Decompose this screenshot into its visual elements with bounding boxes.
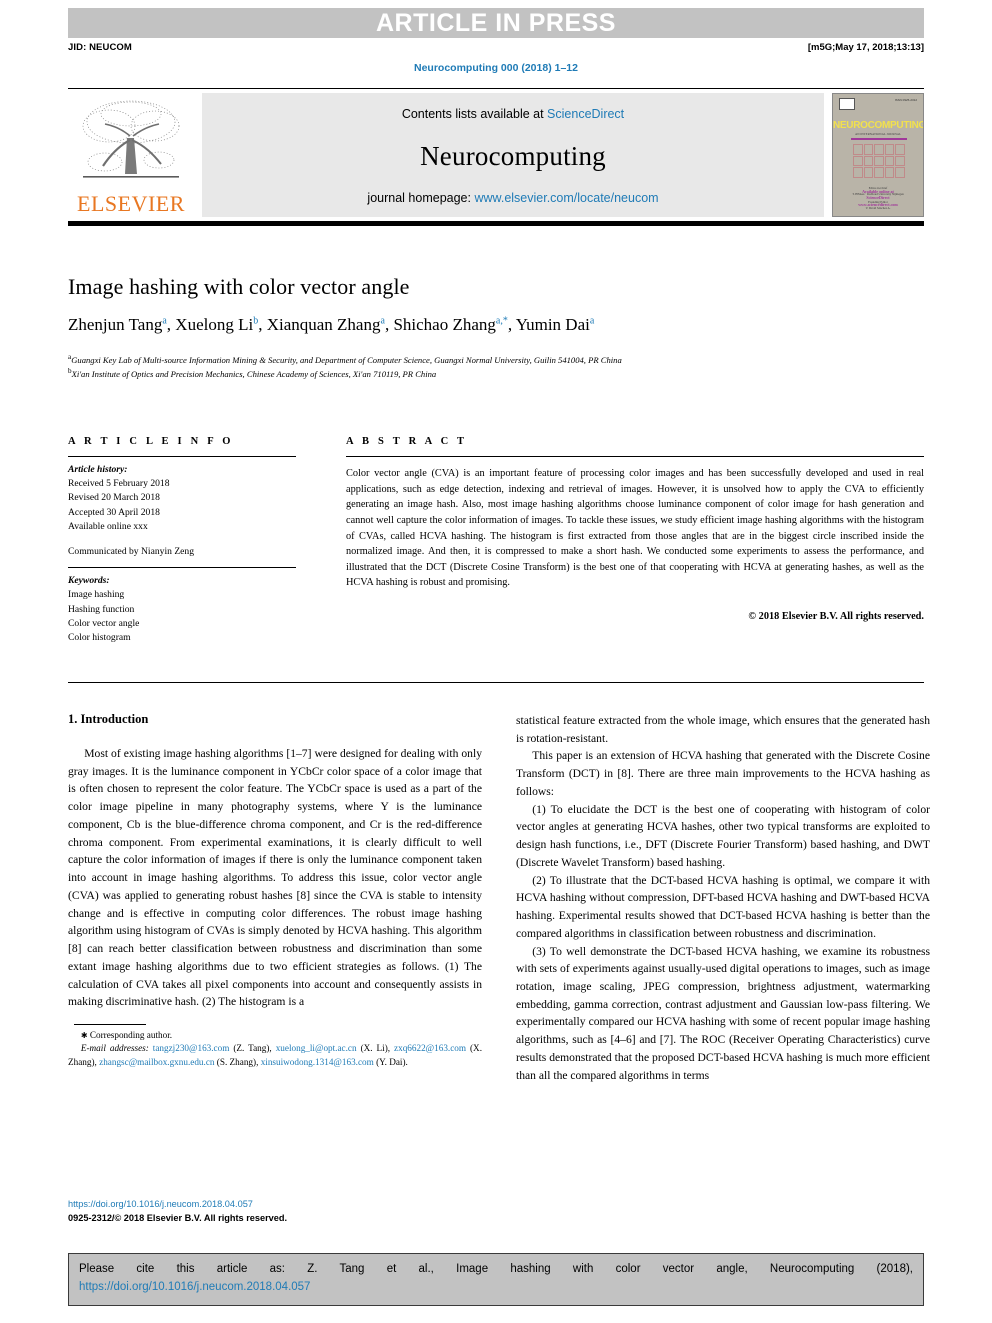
footnote-rule: [74, 1024, 146, 1026]
doi-link[interactable]: https://doi.org/10.1016/j.neucom.2018.04…: [68, 1198, 482, 1212]
journal-reference-line: Neurocomputing 000 (2018) 1–12: [414, 62, 578, 74]
body-paragraph: statistical feature extracted from the w…: [516, 714, 930, 745]
email-link[interactable]: xinsuiwodong.1314@163.com: [261, 1057, 374, 1067]
article-history-item: Received 5 February 2018: [68, 478, 170, 490]
email-link[interactable]: zhangsc@mailbox.gxnu.edu.cn: [99, 1057, 214, 1067]
author-affil-marker[interactable]: a: [590, 315, 594, 326]
communicated-by: Communicated by Nianyin Zeng: [68, 545, 195, 557]
email-owner: (S. Zhang),: [216, 1056, 259, 1067]
contents-available-line: Contents lists available at ScienceDirec…: [402, 107, 624, 121]
contents-prefix: Contents lists available at: [401, 107, 548, 121]
article-info-panel: A R T I C L E I N F O Article history: R…: [68, 436, 296, 645]
article-history-item: Accepted 30 April 2018: [68, 506, 160, 518]
journal-masthead: ELSEVIER Contents lists available at Sci…: [68, 88, 924, 226]
cover-topbar: ISSN 0925-2312: [839, 98, 917, 110]
corresponding-author-text: Corresponding author.: [89, 1030, 173, 1041]
body-column-left: 1. Introduction Most of existing image h…: [68, 712, 482, 1069]
sciencedirect-link[interactable]: ScienceDirect: [547, 107, 624, 121]
cover-elsevier-mark-icon: [839, 98, 855, 110]
email-addresses-line: E-mail addresses: tangzj230@163.com (Z. …: [68, 1042, 482, 1069]
journal-id-label: JID: NEUCOM: [68, 42, 132, 53]
cite-this-article-box: Please cite this article as: Z. Tang et …: [68, 1253, 924, 1306]
article-history-item: Available online xxx: [68, 520, 148, 532]
abstract-heading: A B S T R A C T: [346, 436, 468, 447]
email-link[interactable]: tangzj230@163.com: [153, 1043, 230, 1053]
footnote-block: ✱ Corresponding author. E-mail addresses…: [68, 1029, 482, 1069]
section-heading-introduction: 1. Introduction: [68, 712, 149, 726]
affiliation-text: Guangxi Key Lab of Multi-source Informat…: [71, 354, 622, 365]
author-affil-marker[interactable]: a: [380, 315, 384, 326]
author-affil-marker[interactable]: b: [253, 315, 258, 326]
cite-doi-link[interactable]: https://doi.org/10.1016/j.neucom.2018.04…: [79, 1279, 913, 1297]
body-paragraph: (2) To illustrate that the DCT-based HCV…: [516, 873, 930, 940]
author-name: Xianquan Zhang: [266, 315, 381, 334]
elsevier-tree-icon: [82, 100, 180, 178]
email-label: E-mail addresses:: [80, 1043, 149, 1054]
doi-block: https://doi.org/10.1016/j.neucom.2018.04…: [68, 1198, 482, 1226]
cover-grid-graphic: [853, 144, 905, 178]
affiliation-item: bXi'an Institute of Optics and Precision…: [68, 366, 848, 380]
keywords-label: Keywords:: [68, 575, 110, 587]
affiliation-item: aGuangxi Key Lab of Multi-source Informa…: [68, 352, 848, 366]
author-affil-marker[interactable]: a,*: [496, 315, 508, 326]
elsevier-wordmark: ELSEVIER: [77, 191, 185, 216]
cover-journal-title: NEUROCOMPUTING: [833, 120, 924, 131]
build-tag-label: [m5G;May 17, 2018;13:13]: [807, 42, 924, 53]
elsevier-logo: ELSEVIER: [68, 93, 194, 217]
article-history-label: Article history:: [68, 464, 128, 475]
keyword-item: Color vector angle: [68, 617, 140, 629]
body-paragraph: (1) To elucidate the DCT is the best one…: [516, 802, 930, 869]
keyword-item: Image hashing: [68, 589, 125, 601]
page-title: Image hashing with color vector angle: [68, 274, 410, 299]
author-list: Zhenjun Tanga, Xuelong Lib, Xianquan Zha…: [68, 315, 595, 334]
author-name: Shichao Zhang: [393, 315, 496, 334]
body-paragraph: (3) To well demonstrate the DCT-based HC…: [516, 944, 930, 1082]
cover-footer-line3: www.sciencedirect.com: [858, 201, 898, 207]
cover-footer: Available online at ScienceDirect www.sc…: [841, 189, 915, 208]
body-paragraph: Most of existing image hashing algorithm…: [68, 747, 482, 1009]
author-affil-marker[interactable]: a: [162, 315, 166, 326]
abstract-panel: A B S T R A C T Color vector angle (CVA)…: [346, 436, 924, 622]
affiliation-list: aGuangxi Key Lab of Multi-source Informa…: [68, 352, 848, 381]
corresponding-author-note: ✱ Corresponding author.: [68, 1029, 482, 1042]
body-column-right: statistical feature extracted from the w…: [516, 712, 930, 1084]
cite-text: Please cite this article as: Z. Tang et …: [79, 1263, 913, 1275]
abstract-copyright: © 2018 Elsevier B.V. All rights reserved…: [748, 611, 924, 623]
masthead-bottom-rule: [68, 221, 924, 226]
author-name: Yumin Dai: [515, 315, 590, 334]
article-info-body: Article history: Received 5 February 201…: [68, 457, 296, 645]
body-paragraph: This paper is an extension of HCVA hashi…: [516, 749, 930, 798]
email-owner: (Y. Dai).: [376, 1056, 408, 1067]
journal-cover-thumbnail: ISSN 0925-2312 NEUROCOMPUTING AN INTERNA…: [832, 93, 924, 217]
keyword-item: Color histogram: [68, 631, 131, 643]
keyword-item: Hashing function: [68, 603, 135, 615]
author-name: Zhenjun Tang: [68, 315, 163, 334]
email-link[interactable]: xuelong_li@opt.ac.cn: [276, 1043, 357, 1053]
body-separator-rule: [68, 682, 924, 683]
article-in-press-banner: ARTICLE IN PRESS: [68, 8, 924, 38]
author-name: Xuelong Li: [175, 315, 254, 334]
cover-issn: ISSN 0925-2312: [894, 98, 917, 102]
journal-title: Neurocomputing: [420, 140, 606, 171]
asterisk-icon: ✱: [80, 1031, 88, 1041]
article-info-heading: A R T I C L E I N F O: [68, 436, 234, 447]
cover-subtitle: AN INTERNATIONAL JOURNAL: [854, 132, 902, 136]
masthead-top-rule: [68, 88, 924, 89]
article-history-item: Revised 20 March 2018: [68, 492, 160, 504]
abstract-text: Color vector angle (CVA) is an important…: [346, 468, 924, 589]
homepage-prefix: journal homepage:: [367, 191, 475, 205]
affiliation-text: Xi'an Institute of Optics and Precision …: [71, 369, 437, 380]
email-link[interactable]: zxq6622@163.com: [394, 1043, 466, 1053]
banner-label: ARTICLE IN PRESS: [376, 9, 616, 37]
email-owner: (Z. Tang),: [233, 1043, 272, 1054]
masthead-center-panel: Contents lists available at ScienceDirec…: [202, 93, 824, 217]
email-owner: (X. Li),: [360, 1043, 391, 1054]
issn-copyright-line: 0925-2312/© 2018 Elsevier B.V. All right…: [68, 1212, 288, 1223]
journal-homepage-link[interactable]: www.elsevier.com/locate/neucom: [474, 191, 658, 205]
journal-homepage-line: journal homepage: www.elsevier.com/locat…: [367, 191, 658, 205]
cover-accent-bar: [851, 138, 907, 140]
